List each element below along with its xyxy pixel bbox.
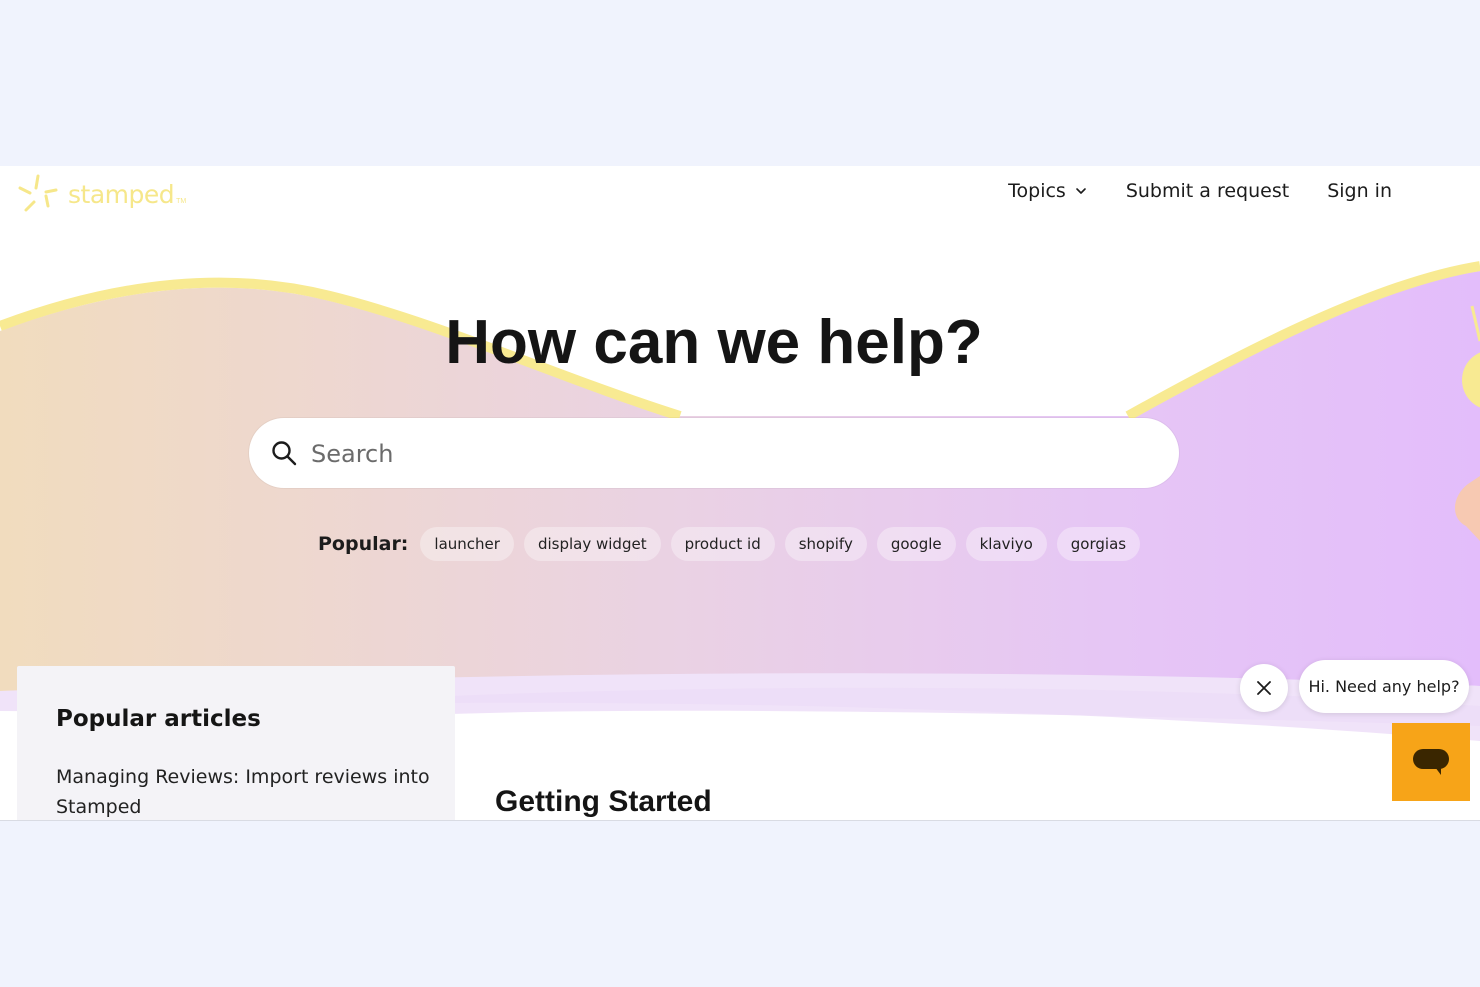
logo-text: stamped	[68, 179, 175, 209]
chevron-down-icon	[1076, 188, 1086, 194]
logo-trademark: TM	[176, 197, 187, 205]
popular-tag-gorgias[interactable]: gorgias	[1056, 527, 1141, 561]
stamped-logo-icon	[18, 174, 58, 212]
close-icon	[1257, 681, 1271, 695]
popular-tag-google[interactable]: google	[876, 527, 956, 561]
search-icon	[272, 441, 297, 466]
popular-tag-klaviyo[interactable]: klaviyo	[965, 527, 1047, 561]
popular-searches: Popular: launcher display widget product…	[318, 527, 1141, 561]
nav-topics[interactable]: Topics	[1008, 180, 1088, 202]
popular-tag-launcher[interactable]: launcher	[420, 527, 514, 561]
chat-close-button[interactable]	[1240, 664, 1288, 712]
popular-articles-title: Popular articles	[56, 706, 261, 732]
nav-sign-in[interactable]: Sign in	[1327, 180, 1392, 202]
nav-topics-label: Topics	[1008, 180, 1066, 202]
chat-icon	[1413, 749, 1449, 775]
search-input[interactable]	[309, 418, 1153, 490]
search-box[interactable]	[249, 418, 1179, 490]
popular-label: Popular:	[318, 533, 409, 555]
top-nav: Topics Submit a request Sign in	[1008, 180, 1392, 202]
chat-launcher-button[interactable]	[1392, 723, 1470, 801]
hero-title: How can we help?	[445, 308, 983, 377]
help-center-page: stamped TM Topics Submit a request Sign …	[0, 166, 1480, 821]
nav-submit-request[interactable]: Submit a request	[1126, 180, 1289, 202]
logo[interactable]: stamped TM	[18, 174, 186, 214]
popular-tag-product-id[interactable]: product id	[670, 527, 775, 561]
popular-tag-shopify[interactable]: shopify	[784, 527, 867, 561]
article-link[interactable]: Managing Reviews: Import reviews into St…	[56, 762, 436, 820]
section-title-getting-started: Getting Started	[495, 785, 712, 818]
site-header: stamped TM Topics Submit a request Sign …	[0, 166, 1480, 222]
popular-articles-card: Popular articles Managing Reviews: Impor…	[17, 666, 455, 820]
chat-greeting-bubble[interactable]: Hi. Need any help?	[1299, 660, 1469, 713]
popular-tag-display-widget[interactable]: display widget	[523, 527, 661, 561]
